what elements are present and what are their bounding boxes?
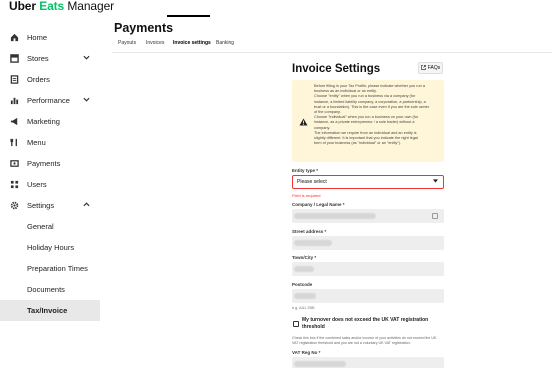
sidebar-item-payments[interactable]: Payments: [0, 153, 100, 174]
sidebar-item-orders[interactable]: Orders: [0, 69, 100, 90]
tab-payouts[interactable]: Payouts: [118, 40, 136, 46]
sidebar-item-general[interactable]: General: [0, 216, 100, 237]
orders-icon: [10, 75, 19, 84]
menu-icon: [10, 138, 19, 147]
street-address-input[interactable]: [292, 236, 444, 250]
sidebar: Home Stores Orders Performance Marketing: [0, 27, 100, 368]
sidebar-item-label: Stores: [27, 54, 49, 63]
home-icon: [10, 33, 19, 42]
sidebar-item-home[interactable]: Home: [0, 27, 100, 48]
sidebar-item-label: Menu: [27, 138, 46, 147]
chevron-down-icon[interactable]: [83, 55, 90, 62]
invoice-settings-title: Invoice Settings: [292, 63, 381, 75]
payments-icon: [10, 159, 19, 168]
redacted-value: [294, 213, 376, 219]
active-tab-indicator: [167, 15, 210, 17]
gear-icon: [10, 201, 19, 210]
vat-threshold-checkbox[interactable]: [293, 321, 299, 327]
sidebar-item-label: Home: [27, 33, 48, 42]
entity-warning-box: Before filling in your Tax Profile, plea…: [292, 80, 444, 162]
sidebar-item-label: Tax/Invoice: [27, 306, 68, 315]
logo-manager: Manager: [64, 0, 115, 13]
redacted-value: [294, 266, 314, 272]
company-name-input[interactable]: [292, 209, 444, 223]
tab-banking[interactable]: Banking: [216, 40, 234, 46]
sidebar-item-label: Marketing: [27, 117, 60, 126]
page-title: Payments: [114, 21, 174, 35]
entity-type-value: Please select: [297, 179, 327, 185]
sidebar-item-label: Users: [27, 180, 47, 189]
vat-reg-input[interactable]: [292, 357, 444, 368]
street-address-label: Street address *: [292, 229, 327, 234]
tab-bar: Payouts Invoices Invoice settings Bankin…: [112, 36, 552, 53]
logo-eats: Eats: [39, 0, 65, 13]
sidebar-item-users[interactable]: Users: [0, 174, 100, 195]
entity-type-error: Field is required: [292, 193, 321, 198]
sidebar-item-marketing[interactable]: Marketing: [0, 111, 100, 132]
vat-threshold-label[interactable]: My turnover does not exceed the UK VAT r…: [302, 317, 442, 331]
users-icon: [10, 180, 19, 189]
faqs-button[interactable]: FAQs: [418, 62, 443, 74]
brand-logo[interactable]: Uber Eats Manager: [9, 0, 114, 13]
sidebar-item-label: Payments: [27, 159, 61, 168]
vat-reg-label: VAT Reg No *: [292, 350, 321, 355]
sidebar-item-preparation-times[interactable]: Preparation Times: [0, 258, 100, 279]
sidebar-item-holiday-hours[interactable]: Holiday Hours: [0, 237, 100, 258]
sidebar-item-performance[interactable]: Performance: [0, 90, 100, 111]
sidebar-item-label: Holiday Hours: [27, 243, 75, 252]
sidebar-item-documents[interactable]: Documents: [0, 279, 100, 300]
tab-invoice-settings[interactable]: Invoice settings: [173, 40, 211, 46]
town-city-label: Town/City *: [292, 255, 317, 260]
redacted-value: [294, 361, 346, 367]
caret-down-icon: [433, 179, 438, 185]
megaphone-icon: [10, 117, 19, 126]
sidebar-item-tax-invoice[interactable]: Tax/Invoice: [0, 300, 100, 321]
entity-type-label: Entity type *: [292, 168, 319, 173]
sidebar-item-label: Performance: [27, 96, 70, 105]
logo-uber: Uber: [9, 0, 40, 13]
redacted-value: [294, 293, 316, 299]
entity-type-select[interactable]: Please select: [292, 175, 444, 189]
store-icon: [10, 54, 19, 63]
redacted-value: [294, 240, 332, 246]
sidebar-item-label: Orders: [27, 75, 50, 84]
chart-icon: [10, 96, 19, 105]
sidebar-item-menu[interactable]: Menu: [0, 132, 100, 153]
external-link-icon: [420, 64, 426, 72]
postcode-input[interactable]: [292, 289, 444, 303]
sidebar-item-label: General: [27, 222, 54, 231]
postcode-label: Postcode: [292, 282, 313, 287]
sidebar-item-label: Preparation Times: [27, 264, 88, 273]
sidebar-item-label: Documents: [27, 285, 65, 294]
sidebar-item-label: Settings: [27, 201, 55, 210]
tab-invoices[interactable]: Invoices: [146, 40, 164, 46]
vat-threshold-help: Check this box if the combined sales and…: [292, 336, 437, 345]
sidebar-item-stores[interactable]: Stores: [0, 48, 100, 69]
postcode-hint: e.g. AA1 2BB: [292, 306, 315, 310]
warning-icon: [299, 118, 308, 128]
chevron-up-icon[interactable]: [83, 202, 90, 209]
town-city-input[interactable]: [292, 262, 444, 276]
faqs-label: FAQs: [427, 65, 441, 71]
contact-card-icon[interactable]: [432, 213, 438, 219]
chevron-down-icon[interactable]: [83, 97, 90, 104]
warning-text: Before filling in your Tax Profile, plea…: [314, 84, 440, 146]
warning-line: form of your business (as "individual" o…: [314, 141, 402, 146]
company-name-label: Company / Legal Name *: [292, 202, 345, 207]
sidebar-item-settings[interactable]: Settings: [0, 195, 100, 216]
